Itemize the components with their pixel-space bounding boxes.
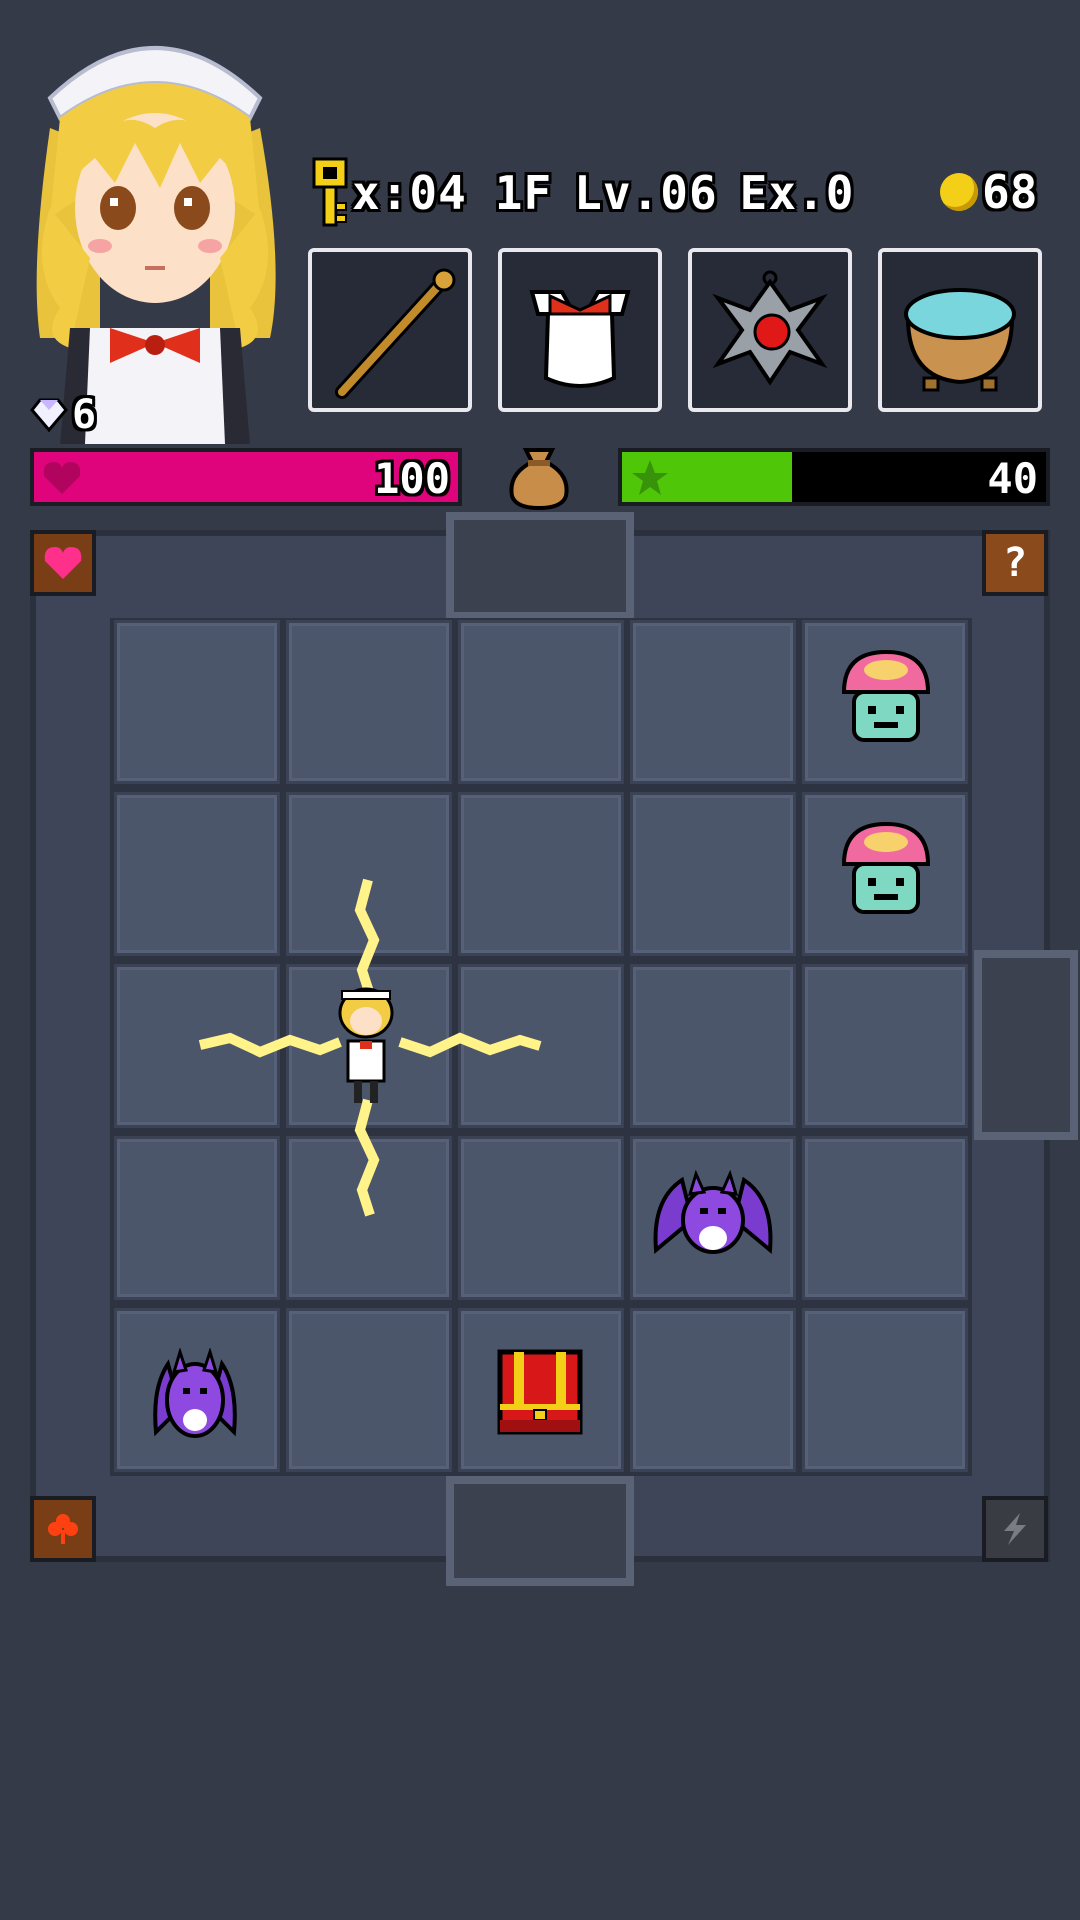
player-maid [328,985,404,1105]
floor-label: 1F [494,166,553,220]
help-button[interactable]: ? [982,530,1048,596]
clover-icon [48,1514,78,1544]
floor-tile[interactable] [630,620,796,784]
floor-tile[interactable] [630,964,796,1128]
health-value: 100 [374,454,450,503]
floor-tile[interactable] [802,1136,968,1300]
key-count: x:04 [352,166,467,220]
door-north[interactable] [446,512,634,620]
floor-tile[interactable] [458,620,624,784]
door-east[interactable] [974,950,1078,1140]
clover-button[interactable] [30,1496,96,1562]
floor-tile[interactable] [630,1308,796,1472]
floor-tile[interactable] [802,964,968,1128]
status-line: x:04 1F Lv.06 Ex.0 [310,157,855,227]
bat-monster[interactable] [652,1170,774,1266]
equipment-slot-weapon[interactable] [308,248,472,412]
equipment-slot-item[interactable] [878,248,1042,412]
cauldron-icon [904,288,1016,392]
question-mark-icon: ? [1002,540,1028,586]
bat-monster[interactable] [150,1348,240,1442]
mushroom-monster[interactable] [838,820,934,924]
mushroom-monster[interactable] [838,648,934,752]
bag-icon [509,448,569,511]
floor-tile[interactable] [630,792,796,956]
floor-tile[interactable] [802,1308,968,1472]
heart-icon [43,462,81,494]
equipment-slot-accessory[interactable] [688,248,852,412]
gold-count: 68 [982,165,1038,219]
apron-icon [529,290,631,388]
heart-icon [44,547,82,579]
door-south[interactable] [446,1476,634,1586]
amulet-icon [712,270,828,386]
staff-icon [335,268,456,399]
gem-counter: 6 [30,392,96,438]
floor-tile[interactable] [114,620,280,784]
level-label: Lv.06 [574,166,718,220]
lightning-button[interactable] [982,1496,1048,1562]
treasure-chest[interactable] [496,1348,584,1436]
coin-icon [940,173,978,211]
floor-tile[interactable] [286,620,452,784]
exp-label: Ex.0 [739,166,855,220]
lightning-icon [1004,1513,1026,1545]
diamond-icon [30,398,68,432]
heal-button[interactable] [30,530,96,596]
gold-counter: 68 [940,165,1037,219]
star-icon [632,460,668,495]
gem-count: 6 [72,392,97,438]
floor-tile[interactable] [286,1308,452,1472]
equipment-slot-armor[interactable] [498,248,662,412]
experience-value: 40 [987,454,1038,503]
bag-button[interactable] [504,440,574,514]
character-portrait [10,8,300,444]
health-bar: 100 [30,448,462,506]
experience-bar: 40 [618,448,1050,506]
key-icon [312,157,348,227]
